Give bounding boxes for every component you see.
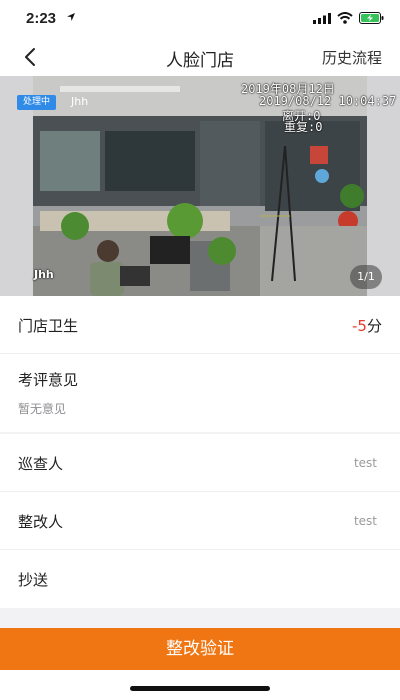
status-time: 2:23 (26, 10, 57, 27)
evaluation-section: 门店卫生 -5分 考评意见 暂无意见 (0, 296, 400, 432)
inspection-photo-carousel[interactable]: 处理中 Jhh 2019年08月12日 2019/08/12 10:04:37 … (0, 76, 400, 296)
rectifier-label: 整改人 (18, 513, 64, 531)
location-arrow-icon (67, 13, 75, 21)
home-indicator-area (0, 670, 400, 700)
rectification-verify-button[interactable]: 整改验证 (0, 628, 400, 670)
cc-label: 抄送 (18, 571, 49, 589)
score-number: -5 (352, 317, 367, 335)
watermark-repeat-count: 重复:0 (284, 120, 323, 134)
list-item-rectifier[interactable]: 整改人 test (0, 492, 400, 550)
opinion-row: 考评意见 暂无意见 (0, 354, 400, 432)
nav-bar: 人脸门店 历史流程 (0, 38, 400, 76)
back-arrow-icon[interactable] (20, 46, 42, 68)
opinion-text: 暂无意见 (18, 402, 67, 416)
opinion-label: 考评意见 (18, 371, 79, 389)
photo-owner-label: Jhh (71, 95, 89, 108)
home-indicator[interactable] (130, 686, 270, 691)
watermark-timestamp: 2019/08/12 10:04:37 (259, 94, 397, 108)
photo-page-indicator: 1/1 (350, 265, 382, 289)
status-badge: 处理中 (17, 95, 57, 110)
inspector-value: test (353, 456, 377, 470)
rectifier-value: test (353, 514, 377, 528)
history-process-button[interactable]: 历史流程 (322, 47, 382, 68)
score-item-label: 门店卫生 (18, 317, 79, 335)
wifi-icon (337, 12, 353, 24)
signal-icon (313, 13, 331, 24)
score-unit: 分 (366, 317, 382, 335)
people-section: 巡查人 test 整改人 test 抄送 (0, 434, 400, 608)
inspector-label: 巡查人 (18, 455, 64, 473)
battery-charging-icon (359, 12, 384, 24)
list-item-inspector[interactable]: 巡查人 test (0, 434, 400, 492)
watermark-name: Jhh (34, 268, 54, 281)
score-value: -5分 (352, 315, 382, 336)
office-photo (0, 76, 400, 296)
status-bar: 2:23 (0, 0, 400, 38)
score-row: 门店卫生 -5分 (0, 296, 400, 354)
list-item-cc[interactable]: 抄送 (0, 550, 400, 608)
